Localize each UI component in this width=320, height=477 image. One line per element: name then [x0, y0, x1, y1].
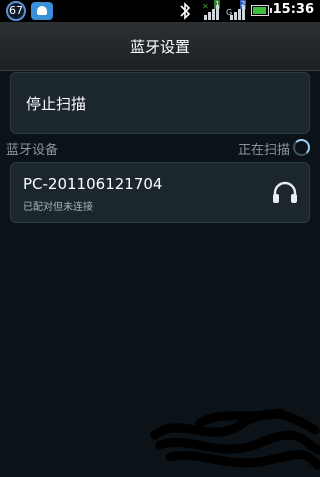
headphone-icon [273, 181, 297, 203]
redaction-scribble [150, 408, 320, 470]
signal-strength-icon-2: 2 [228, 0, 248, 20]
stop-scan-label: 停止扫描 [26, 95, 87, 113]
scanning-status: 正在扫描 [237, 143, 290, 158]
scanning-spinner-icon [293, 139, 310, 156]
page-title: 蓝牙设置 [129, 37, 190, 56]
bluetooth-devices-header: 蓝牙设备 正在扫描 [6, 139, 312, 159]
battery-icon [251, 5, 272, 16]
stop-scan-button[interactable]: 停止扫描 [10, 72, 310, 134]
bluetooth-icon [180, 2, 191, 20]
notification-count-badge[interactable]: 67 [6, 1, 26, 21]
device-list-item[interactable]: PC-201106121704 已配对但未连接 [10, 162, 310, 223]
title-bar: 蓝牙设置 [0, 22, 320, 71]
status-bar: 67 ✕ 1 G 2 15:36 [0, 0, 320, 22]
signal-strength-icon: ✕ 1 G [202, 0, 232, 20]
section-title: 蓝牙设备 [6, 143, 59, 158]
device-status: 已配对但未连接 [23, 202, 93, 213]
chat-icon[interactable] [31, 2, 53, 20]
clock: 15:36 [272, 2, 314, 17]
device-name: PC-201106121704 [23, 175, 163, 193]
